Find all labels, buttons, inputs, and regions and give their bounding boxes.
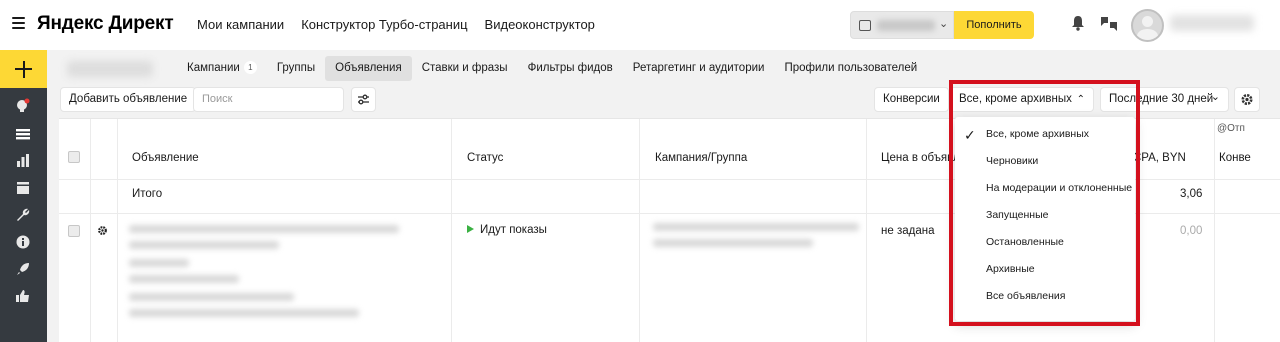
create-button[interactable] (0, 50, 47, 88)
tab-ads[interactable]: Объявления (325, 56, 412, 81)
tab-user-profiles[interactable]: Профили пользователей (774, 56, 927, 81)
ad-text-blurred (129, 225, 399, 233)
period-select[interactable]: Последние 30 дней ⌄ (1100, 87, 1229, 112)
wallet-balance-blurred (877, 20, 935, 31)
gear-icon[interactable] (96, 224, 109, 237)
chevron-down-icon: ⌄ (939, 18, 949, 30)
col-header-cpa[interactable]: CPA, BYN (1133, 152, 1186, 164)
dropdown-item-archived[interactable]: Архивные (986, 263, 1035, 275)
col-header-conversions[interactable]: Конве (1219, 152, 1251, 164)
info-icon[interactable] (15, 234, 31, 250)
check-icon: ✓ (964, 127, 976, 143)
dropdown-item-all-ads[interactable]: Все объявления (986, 290, 1065, 302)
tab-bids-phrases[interactable]: Ставки и фразы (412, 56, 518, 81)
bell-icon[interactable] (1071, 15, 1085, 31)
col-header-status[interactable]: Статус (467, 152, 503, 164)
rocket-icon[interactable] (15, 261, 31, 277)
row-cpa: 0,00 (1180, 225, 1203, 237)
ad-text-blurred (129, 275, 239, 283)
total-label: Итого (132, 188, 163, 200)
status-filter-select[interactable]: Все, кроме архивных ⌃ (950, 87, 1094, 112)
settings-button[interactable] (1234, 87, 1260, 112)
chat-icon[interactable] (1099, 15, 1119, 33)
nav-turbo-constructor[interactable]: Конструктор Турбо-страниц (301, 17, 467, 32)
account-name-blurred (67, 61, 153, 77)
ad-text-blurred (129, 259, 189, 267)
row-checkbox[interactable] (68, 225, 80, 237)
top-header: Яндекс Директ Мои кампании Конструктор Т… (0, 0, 1280, 50)
ad-text-blurred (129, 293, 294, 301)
chevron-up-icon: ⌃ (1076, 94, 1085, 105)
gear-icon (1241, 94, 1253, 105)
filter-settings-button[interactable] (351, 87, 376, 112)
archive-icon[interactable] (15, 180, 31, 196)
col-header-extra: @Отп (1217, 123, 1245, 134)
topup-button[interactable]: Пополнить (954, 11, 1034, 39)
dropdown-item-drafts[interactable]: Черновики (986, 155, 1038, 167)
username-blurred[interactable] (1170, 15, 1254, 31)
status-filter-dropdown: ✓ Все, кроме архивных Черновики На модер… (955, 117, 1135, 321)
ad-text-blurred (129, 241, 279, 249)
chart-icon[interactable] (15, 153, 31, 169)
wallet-selector[interactable]: ⌄ (850, 11, 954, 39)
nav-my-campaigns[interactable]: Мои кампании (197, 17, 284, 32)
list-icon[interactable] (15, 126, 31, 142)
campaign-name-blurred[interactable] (653, 239, 813, 247)
dropdown-item-moderation-rejected[interactable]: На модерации и отклоненные (986, 182, 1132, 194)
thumbs-up-icon[interactable] (15, 288, 31, 304)
chevron-down-icon: ⌄ (1210, 91, 1220, 103)
avatar[interactable] (1131, 9, 1164, 42)
col-header-ad[interactable]: Объявление (132, 152, 199, 164)
search-input[interactable]: Поиск (193, 87, 344, 112)
row-status: Идут показы (467, 224, 547, 236)
play-icon (467, 225, 474, 233)
select-all-checkbox[interactable] (68, 151, 80, 163)
tabs-bar: Кампании 1 Группы Объявления Ставки и фра… (177, 56, 927, 81)
tab-campaigns[interactable]: Кампании 1 (177, 56, 267, 81)
wrench-icon[interactable] (15, 207, 31, 223)
logo[interactable]: Яндекс Директ (37, 13, 174, 35)
conversions-button[interactable]: Конверсии (874, 87, 949, 112)
dropdown-item-all-except-archived[interactable]: Все, кроме архивных (986, 128, 1089, 140)
top-nav: Мои кампании Конструктор Турбо-страниц В… (197, 17, 595, 32)
dropdown-item-running[interactable]: Запущенные (986, 209, 1048, 221)
nav-video-constructor[interactable]: Видеоконструктор (485, 17, 595, 32)
tab-groups[interactable]: Группы (267, 56, 325, 81)
tab-retargeting[interactable]: Ретаргетинг и аудитории (623, 56, 775, 81)
col-header-price[interactable]: Цена в объявл (881, 152, 960, 164)
col-header-campaign[interactable]: Кампания/Группа (655, 152, 747, 164)
left-sidebar (0, 50, 47, 342)
total-cpa: 3,06 (1180, 188, 1203, 200)
wallet-icon (859, 20, 871, 31)
ad-text-blurred (129, 309, 359, 317)
row-price: не задана (881, 225, 935, 237)
menu-icon[interactable] (12, 17, 25, 29)
tab-count-badge: 1 (243, 61, 257, 75)
tab-feed-filters[interactable]: Фильтры фидов (518, 56, 623, 81)
sliders-icon (358, 94, 369, 105)
add-ad-button[interactable]: Добавить объявление (60, 87, 197, 112)
campaign-name-blurred[interactable] (653, 223, 859, 231)
lightbulb-icon[interactable] (15, 98, 31, 114)
dropdown-item-stopped[interactable]: Остановленные (986, 236, 1064, 248)
